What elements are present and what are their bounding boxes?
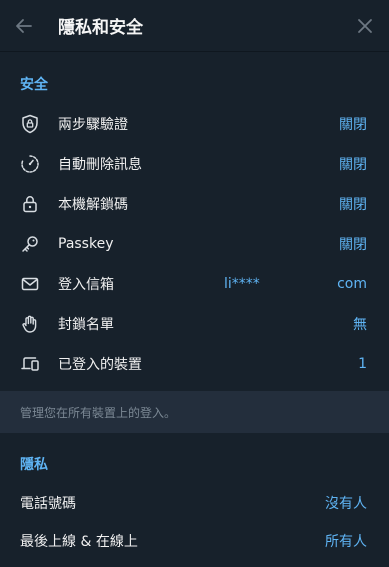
security-item-passcode[interactable]: 本機解鎖碼 關閉 [0, 184, 389, 224]
item-value: com [337, 276, 367, 292]
item-label: 電話號碼 [20, 496, 76, 512]
item-label: 兩步驟驗證 [58, 117, 128, 133]
timer-icon [20, 154, 40, 174]
security-item-passkey[interactable]: Passkey 關閉 [0, 224, 389, 264]
security-item-login-email[interactable]: 登入信箱 li**** com [0, 264, 389, 304]
close-button[interactable] [341, 0, 389, 52]
key-icon [20, 234, 40, 254]
back-button[interactable] [0, 0, 48, 52]
close-icon [357, 18, 373, 34]
item-label: 登入信箱 [58, 277, 114, 293]
security-section-title: 安全 [20, 77, 48, 93]
item-value-masked: li**** [224, 276, 260, 292]
item-value: 關閉 [339, 117, 367, 133]
envelope-icon [20, 274, 40, 294]
security-item-two-step[interactable]: 兩步驟驗證 關閉 [0, 104, 389, 144]
security-item-blocked[interactable]: 封鎖名單 無 [0, 304, 389, 344]
privacy-item-last-seen[interactable]: 最後上線 & 在線上 所有人 [0, 522, 389, 560]
item-value: 關閉 [339, 157, 367, 173]
item-label: 自動刪除訊息 [58, 157, 142, 173]
item-value: 關閉 [339, 237, 367, 253]
item-label: 封鎖名單 [58, 317, 114, 333]
shield-lock-icon [20, 114, 40, 134]
item-label: 已登入的裝置 [58, 357, 142, 373]
privacy-item-phone[interactable]: 電話號碼 沒有人 [0, 484, 389, 522]
item-label: Passkey [58, 236, 114, 252]
item-value: 所有人 [325, 534, 367, 550]
header: 隱私和安全 [0, 0, 389, 52]
security-item-auto-delete[interactable]: 自動刪除訊息 關閉 [0, 144, 389, 184]
item-label: 本機解鎖碼 [58, 197, 128, 213]
arrow-left-icon [14, 16, 34, 36]
devices-icon [20, 354, 40, 374]
page-title: 隱私和安全 [58, 18, 143, 38]
hand-icon [20, 314, 40, 334]
item-value: 沒有人 [325, 496, 367, 512]
security-item-devices[interactable]: 已登入的裝置 1 [0, 344, 389, 384]
item-value: 關閉 [339, 197, 367, 213]
privacy-section-title: 隱私 [20, 457, 48, 473]
item-label: 最後上線 & 在線上 [20, 534, 138, 550]
privacy-security-panel: 隱私和安全 安全 兩步驟驗證 關閉 自動刪除訊息 關閉 本機解鎖碼 關閉 Pas [0, 0, 389, 567]
padlock-icon [20, 194, 40, 214]
item-value: 無 [353, 317, 367, 333]
security-note: 管理您在所有裝置上的登入。 [0, 391, 389, 433]
security-note-text: 管理您在所有裝置上的登入。 [20, 405, 177, 420]
item-value: 1 [358, 356, 367, 372]
